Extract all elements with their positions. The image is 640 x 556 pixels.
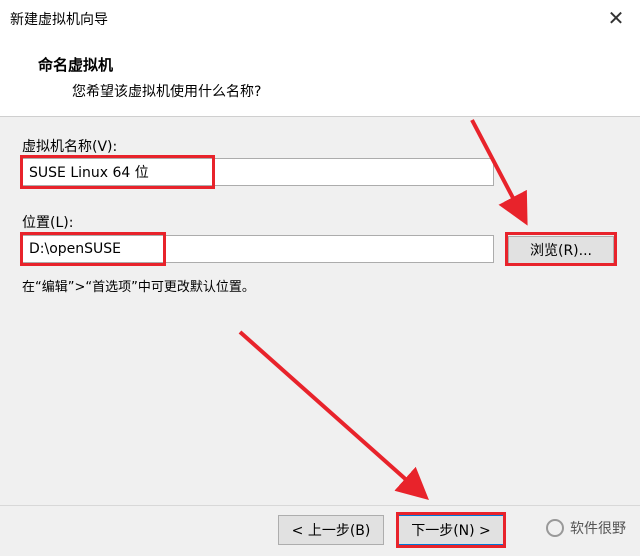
watermark: 软件很野: [546, 518, 626, 538]
watermark-text: 软件很野: [570, 521, 626, 537]
window-title: 新建虚拟机向导: [10, 12, 108, 28]
footer-divider: [0, 505, 640, 506]
page-title: 命名虚拟机: [38, 56, 114, 74]
page-subtitle: 您希望该虚拟机使用什么名称?: [72, 84, 262, 100]
location-input[interactable]: [29, 236, 493, 262]
vm-name-input[interactable]: [29, 159, 493, 185]
vm-name-field[interactable]: [22, 158, 494, 186]
title-bar: 新建虚拟机向导 ✕: [0, 0, 640, 36]
browse-button[interactable]: 浏览(R)...: [508, 236, 614, 264]
next-button[interactable]: 下一步(N) >: [398, 515, 504, 545]
location-label: 位置(L):: [22, 215, 74, 231]
back-button[interactable]: < 上一步(B): [278, 515, 384, 545]
location-field[interactable]: [22, 235, 494, 263]
wechat-icon: [546, 519, 564, 537]
arrow-to-next: [238, 330, 429, 500]
vm-name-label: 虚拟机名称(V):: [22, 139, 118, 155]
close-icon[interactable]: ✕: [602, 4, 630, 32]
wizard-header: 命名虚拟机 您希望该虚拟机使用什么名称?: [0, 36, 640, 117]
location-hint: 在“编辑”>“首选项”中可更改默认位置。: [22, 280, 255, 295]
